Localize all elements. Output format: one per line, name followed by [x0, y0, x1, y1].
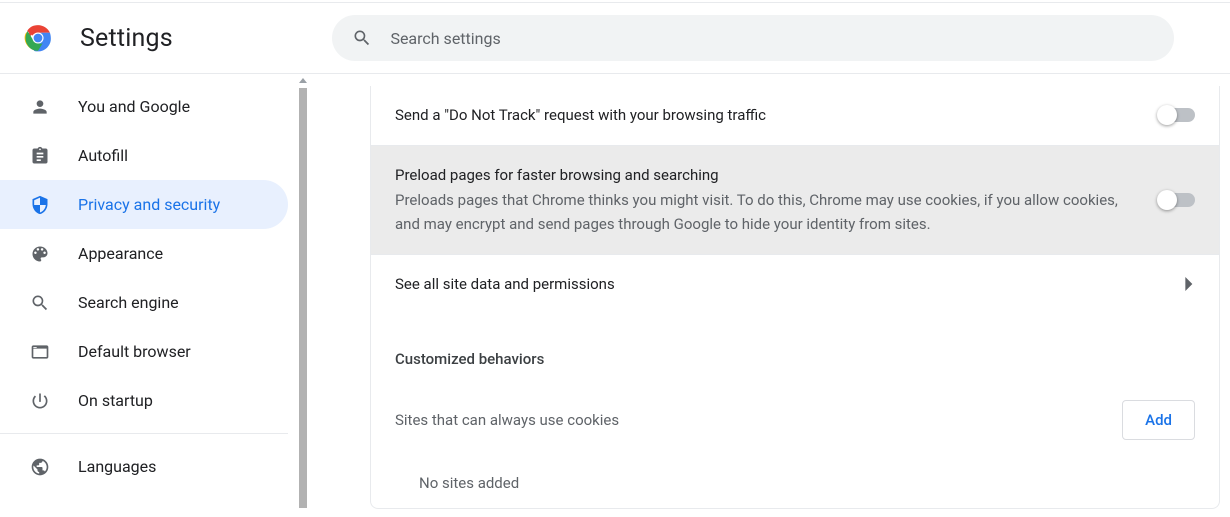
search-icon [352, 28, 372, 48]
page-title: Settings [80, 24, 173, 53]
chrome-logo-icon [24, 24, 52, 52]
sidebar-item-label: On startup [78, 391, 153, 410]
sidebar-item-label: Privacy and security [78, 195, 220, 214]
setting-description: Preloads pages that Chrome thinks you mi… [395, 188, 1135, 236]
setting-title: See all site data and permissions [395, 273, 1161, 296]
setting-row-always-cookies: Sites that can always use cookies Add [371, 388, 1219, 458]
sidebar: You and Google Autofill Privacy and secu… [0, 74, 308, 517]
sidebar-item-label: Search engine [78, 293, 179, 312]
sidebar-item-search-engine[interactable]: Search engine [0, 278, 288, 327]
sidebar-item-autofill[interactable]: Autofill [0, 131, 288, 180]
shield-icon [30, 195, 50, 215]
header: Settings [0, 3, 1230, 74]
setting-row-preload[interactable]: Preload pages for faster browsing and se… [371, 145, 1219, 255]
power-icon [30, 391, 50, 411]
empty-list-text: No sites added [371, 458, 1219, 508]
search-box[interactable] [332, 15, 1174, 61]
sidebar-item-appearance[interactable]: Appearance [0, 229, 288, 278]
palette-icon [30, 244, 50, 264]
scroll-thumb[interactable] [299, 88, 307, 508]
setting-title: Send a "Do Not Track" request with your … [395, 104, 1135, 127]
search-input[interactable] [390, 29, 1154, 48]
sidebar-item-languages[interactable]: Languages [0, 442, 288, 491]
add-button[interactable]: Add [1122, 400, 1195, 440]
sidebar-item-label: Autofill [78, 146, 128, 165]
person-icon [30, 97, 50, 117]
content-area: Send a "Do Not Track" request with your … [308, 74, 1230, 517]
sidebar-item-privacy-security[interactable]: Privacy and security [0, 180, 288, 229]
sidebar-item-default-browser[interactable]: Default browser [0, 327, 288, 376]
chevron-right-icon [1185, 277, 1195, 291]
search-icon [30, 293, 50, 313]
setting-subtitle: Sites that can always use cookies [395, 411, 619, 429]
sidebar-scrollbar[interactable] [297, 74, 308, 517]
sidebar-item-label: You and Google [78, 97, 190, 116]
sidebar-item-you-and-google[interactable]: You and Google [0, 82, 288, 131]
nav-divider [0, 433, 288, 434]
sidebar-item-label: Default browser [78, 342, 191, 361]
setting-title: Preload pages for faster browsing and se… [395, 164, 1135, 187]
toggle-do-not-track[interactable] [1159, 108, 1195, 122]
sidebar-item-label: Languages [78, 457, 156, 476]
globe-icon [30, 457, 50, 477]
clipboard-icon [30, 146, 50, 166]
sidebar-item-label: Appearance [78, 244, 163, 263]
section-heading-customized: Customized behaviors [371, 314, 1219, 388]
setting-row-do-not-track[interactable]: Send a "Do Not Track" request with your … [371, 86, 1219, 145]
sidebar-item-on-startup[interactable]: On startup [0, 376, 288, 425]
setting-row-see-all-site-data[interactable]: See all site data and permissions [371, 254, 1219, 314]
toggle-preload[interactable] [1159, 193, 1195, 207]
browser-icon [30, 342, 50, 362]
scroll-up-arrow-icon[interactable] [299, 78, 307, 83]
